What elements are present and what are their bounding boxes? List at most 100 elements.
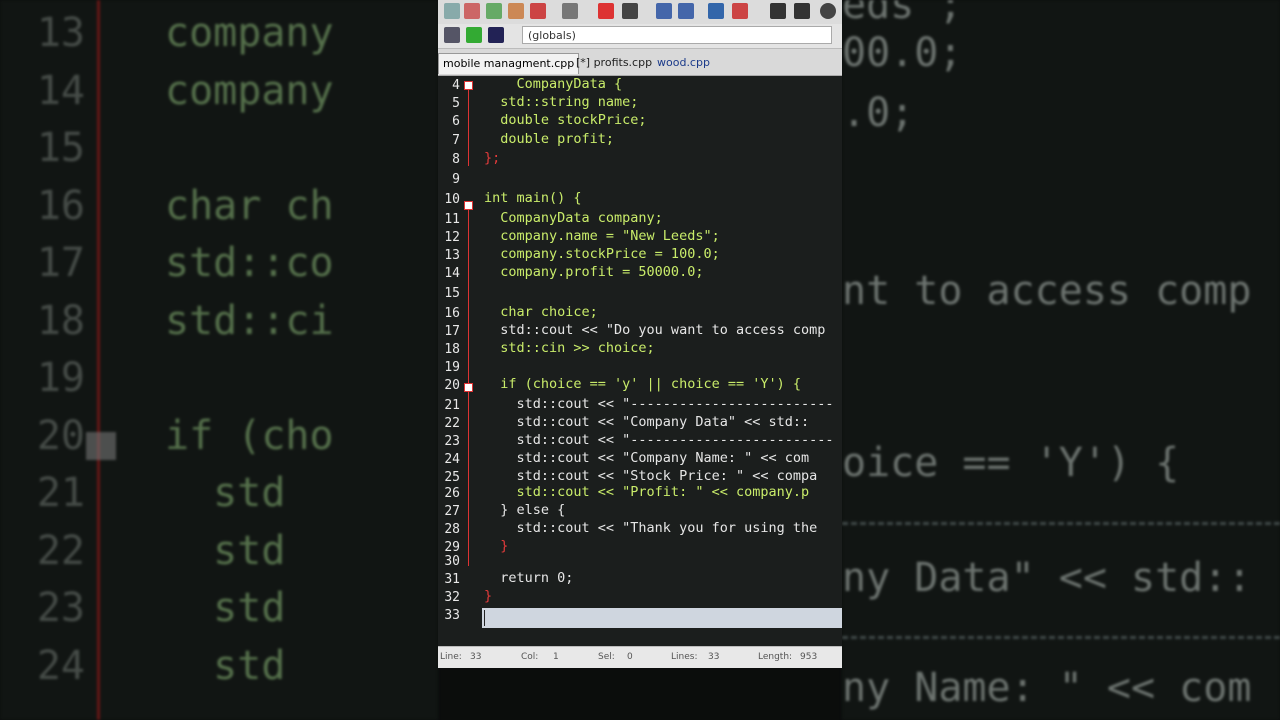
background-code-line: 22 std [0,527,286,584]
code-line: char choice; [484,304,598,320]
background-dashes [842,522,1280,525]
replace-icon[interactable] [678,3,694,19]
code-line: return 0; [484,570,574,586]
background-code-line: ny Name: " << com [842,665,1252,711]
line-number: 16 [444,306,460,321]
unindent-icon[interactable] [732,3,748,19]
background-line-text: company [165,67,334,114]
insert-icon[interactable] [444,27,460,43]
tab-profits[interactable]: [*] profits.cpp [572,53,656,73]
background-zoom-right: eds"; 00.0; .0; nt to access comp oice == 'Y… [842,0,1280,720]
ide-window: (globals) mobile managment.cpp [*] profi… [438,0,842,668]
code-line: std::cout << "Thank you for using the [484,520,818,536]
background-line-text: std [165,470,286,516]
background-code-line: 17 std::co [0,240,334,296]
background-code-line: nt to access comp [842,268,1252,314]
text-caret [484,610,485,626]
code-line: double stockPrice; [484,112,647,128]
fold-toggle-icon[interactable] [464,383,473,392]
line-number: 19 [444,360,460,375]
background-line-text: std::co [165,240,334,286]
code-line: } [484,538,509,554]
code-line: std::cout << "Do you want to access comp [484,322,826,338]
line-number: 18 [444,342,460,357]
tab-wood[interactable]: wood.cpp [653,53,714,73]
fold-toggle-icon[interactable] [464,201,473,210]
status-line-value: 33 [470,652,482,662]
fold-toggle-icon[interactable] [464,81,473,90]
background-zoom-left: 13 company 14 company 15 16 char ch 17 std::co 18… [0,0,438,720]
line-number: 25 [444,470,460,485]
code-line: std::cout << "Stock Price: " << compa [484,468,818,484]
tab-mobile-managment[interactable]: mobile managment.cpp [438,53,580,74]
background-line-number: 22 [36,527,85,574]
code-line: std::string name; [484,94,639,110]
bookmark-icon[interactable] [488,27,504,43]
code-line: double profit; [484,131,615,147]
close-icon[interactable] [530,3,546,19]
code-line: company.profit = 50000.0; [484,264,704,280]
background-code-line: 20 if (cho [0,413,334,469]
code-line: std::cout << "Company Name: " << com [484,450,810,466]
class-toolbar: (globals) [438,24,842,49]
background-line-text: if (cho [165,412,334,459]
status-lines-label: Lines: [671,652,698,662]
line-number: 22 [444,416,460,431]
undo-icon[interactable] [598,3,614,19]
line-number: 5 [452,96,460,111]
run-icon[interactable] [794,3,810,19]
status-col-label: Col: [521,652,539,662]
code-line: } [484,588,493,604]
new-file-icon[interactable] [444,3,460,19]
background-line-text: std [165,585,286,631]
background-line-number: 21 [36,470,85,516]
indent-icon[interactable] [708,3,724,19]
bookmark-add-icon[interactable] [466,27,482,43]
background-line-number: 19 [36,355,85,401]
code-line: std::cin >> choice; [484,340,655,356]
line-number: 10 [444,192,460,207]
current-line-highlight [482,608,842,628]
background-code-line: 13 company [0,10,334,66]
line-number: 33 [444,608,460,623]
status-lines-value: 33 [708,652,720,662]
line-number: 14 [444,266,460,281]
code-line: } else { [484,502,566,518]
print-icon[interactable] [562,3,578,19]
compile-icon[interactable] [770,3,786,19]
redo-icon[interactable] [622,3,638,19]
line-number: 24 [444,452,460,467]
code-line: std::cout << "------------------------- [484,432,834,448]
status-sel-label: Sel: [598,652,615,662]
status-col-value: 1 [553,652,559,662]
background-line-text: company [165,10,334,56]
scope-dropdown[interactable]: (globals) [522,26,832,44]
line-number: 15 [444,286,460,301]
open-file-icon[interactable] [464,3,480,19]
line-number-gutter: 4 5 6 7 8 9 10 11 12 13 14 15 16 17 18 19 20 21 22 23 24 25 26… [438,76,478,646]
background-code-line: 21 std [0,470,286,526]
line-number: 31 [444,572,460,587]
code-line: company.stockPrice = 100.0; [484,246,720,262]
line-number: 9 [452,172,460,187]
save-icon[interactable] [486,3,502,19]
line-number: 29 [444,540,460,555]
status-sel-value: 0 [627,652,633,662]
line-number: 21 [444,398,460,413]
status-length-value: 953 [800,652,818,662]
line-number: 11 [444,212,460,227]
code-line: company.name = "New Leeds"; [484,228,720,244]
background-line-number: 24 [36,642,85,689]
background-code-line: 23 std [0,585,286,641]
background-code-line: 15 [0,125,165,181]
background-code-line: 24 std [0,642,286,699]
line-number: 12 [444,230,460,245]
save-all-icon[interactable] [508,3,524,19]
code-editor[interactable]: 4 5 6 7 8 9 10 11 12 13 14 15 16 17 18 19 20 21 22 23 24 25 26… [438,76,842,646]
code-line: std::cout << "Company Data" << std:: [484,414,810,430]
debug-icon[interactable] [820,3,836,19]
find-icon[interactable] [656,3,672,19]
code-line: std::cout << "------------------------- [484,396,834,412]
background-code-line: .0; [842,90,915,136]
background-code-line: 00.0; [842,30,963,76]
